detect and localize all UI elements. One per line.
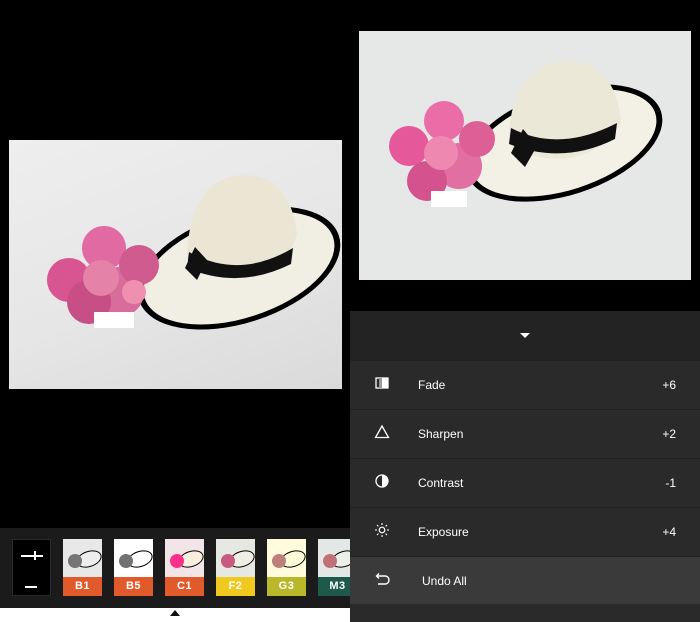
filter-label: M3	[318, 577, 350, 596]
filter-preview	[114, 539, 153, 577]
adjustment-value: +2	[662, 427, 676, 441]
adjustment-value: +6	[662, 378, 676, 392]
filter-preset-b5[interactable]: B5	[114, 539, 153, 596]
slider-line-icon	[21, 555, 43, 557]
filter-label: G3	[267, 577, 306, 596]
slider-knob-icon	[34, 551, 36, 560]
contrast-circle-icon	[375, 474, 389, 488]
adjustment-name: Exposure	[418, 525, 469, 539]
filter-preset-g3[interactable]: G3	[267, 539, 306, 596]
filter-preview	[216, 539, 255, 577]
bottom-toolbar	[0, 608, 350, 622]
adjustment-name: Contrast	[418, 476, 464, 490]
adjustment-name: Sharpen	[418, 427, 464, 441]
minus-line-icon	[25, 586, 37, 588]
adjustment-panel: Fade +6 Sharpen +2 Contrast -1 Exposure …	[350, 311, 700, 622]
panel-footer	[350, 604, 700, 622]
undo-icon	[375, 573, 390, 585]
filter-preview	[267, 539, 306, 577]
fade-icon	[375, 377, 389, 389]
adjustment-row-fade[interactable]: Fade +6	[350, 360, 700, 408]
adjust-tools-button[interactable]	[12, 539, 51, 596]
sharpen-triangle-icon	[374, 424, 390, 439]
undo-all-label: Undo All	[422, 574, 467, 588]
filter-preset-f2[interactable]: F2	[216, 539, 255, 596]
adjustment-value: -1	[665, 476, 676, 490]
filter-preview	[318, 539, 350, 577]
filter-preview	[63, 539, 102, 577]
edited-photo	[359, 31, 691, 280]
filter-strip: B1 B5 C1 F2 G3 M3	[0, 528, 350, 608]
adjustment-row-sharpen[interactable]: Sharpen +2	[350, 409, 700, 457]
collapse-caret-icon[interactable]	[520, 333, 530, 338]
filter-preset-b1[interactable]: B1	[63, 539, 102, 596]
filter-preview	[165, 539, 204, 577]
undo-all-button[interactable]: Undo All	[350, 556, 700, 604]
filter-preset-m3[interactable]: M3	[318, 539, 350, 596]
original-editor-panel: B1 B5 C1 F2 G3 M3	[0, 0, 350, 622]
hat-and-flowers-image	[47, 175, 341, 330]
hat-and-flowers-image	[359, 31, 691, 280]
caret-up-icon[interactable]	[170, 610, 180, 616]
panel-header	[350, 311, 700, 360]
adjustment-name: Fade	[418, 378, 446, 392]
adjustment-row-exposure[interactable]: Exposure +4	[350, 507, 700, 555]
filter-label: B5	[114, 577, 153, 596]
adjustment-row-contrast[interactable]: Contrast -1	[350, 458, 700, 506]
filter-label: C1	[165, 577, 204, 596]
exposure-sun-icon	[375, 523, 389, 537]
filter-label: B1	[63, 577, 102, 596]
adjustment-value: +4	[662, 525, 676, 539]
filter-preset-c1[interactable]: C1	[165, 539, 204, 596]
original-photo	[9, 140, 342, 389]
filter-label: F2	[216, 577, 255, 596]
